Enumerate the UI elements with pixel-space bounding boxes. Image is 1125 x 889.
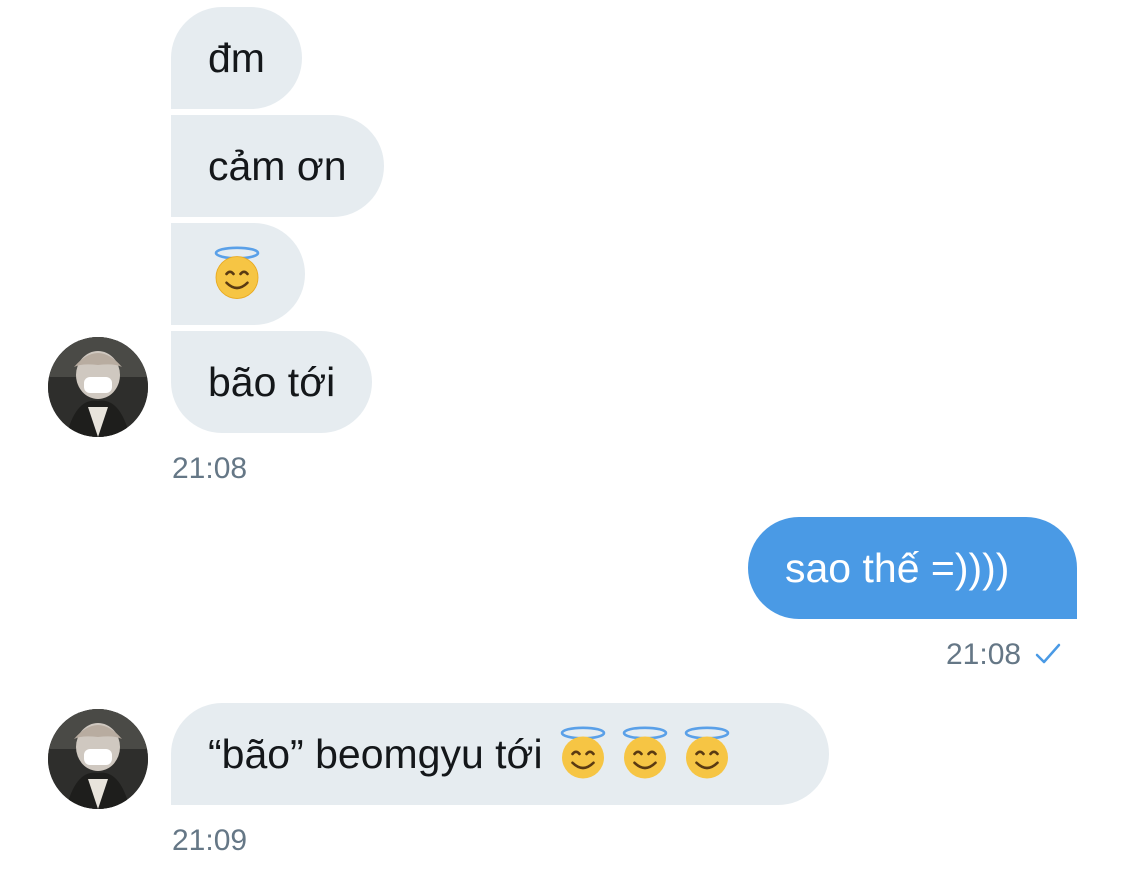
smiling-face-with-halo-icon — [684, 726, 729, 779]
message-bubble-incoming[interactable] — [171, 223, 305, 325]
emoji-group — [555, 726, 735, 782]
message-timestamp: 21:09 — [172, 824, 248, 857]
message-text: cảm ơn — [208, 143, 347, 189]
message-text: bão tới — [208, 359, 336, 405]
message-bubble-incoming[interactable]: bão tới — [171, 331, 373, 433]
smiling-face-with-halo-icon — [560, 726, 605, 779]
message-bubble-incoming[interactable]: đm — [171, 7, 302, 109]
avatar[interactable] — [48, 337, 148, 437]
message-timestamp: 21:08 — [946, 638, 1022, 671]
message-text: sao thế =)))) — [785, 545, 1010, 591]
checkmark-icon — [1035, 639, 1061, 673]
message-bubble-incoming[interactable]: cảm ơn — [171, 115, 384, 217]
message-text: “bão” beomgyu tới — [208, 730, 543, 777]
message-bubble-incoming[interactable]: “bão” beomgyu tới — [171, 703, 829, 805]
avatar[interactable] — [48, 709, 148, 809]
smiling-face-with-halo-icon — [622, 726, 667, 779]
avatar-photo — [48, 709, 148, 809]
smiling-face-with-halo-icon — [214, 246, 260, 299]
message-bubble-outgoing[interactable]: sao thế =)))) — [748, 517, 1077, 619]
message-text: đm — [208, 35, 265, 81]
message-timestamp: 21:08 — [172, 452, 248, 485]
message-timestamp-row: 21:08 — [946, 638, 1061, 673]
avatar-photo — [48, 337, 148, 437]
